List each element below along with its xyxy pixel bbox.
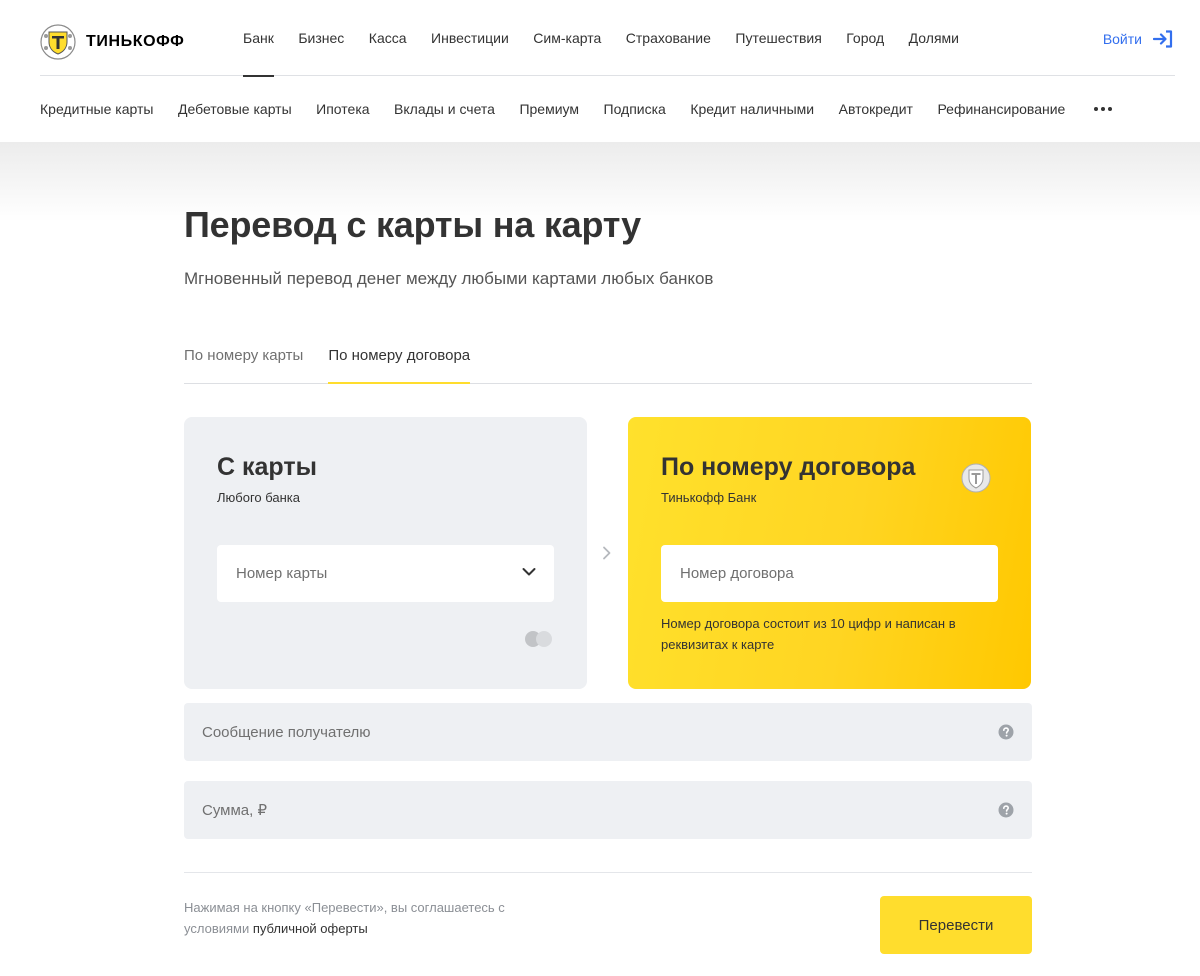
tab-transfer-type[interactable]: По номеру карты xyxy=(184,332,303,383)
destination-title: По номеру договора xyxy=(661,453,916,481)
top-nav-menu: Банк Бизнес Касса Инвестиции Сим-карта Страхо… xyxy=(243,0,983,77)
bank-emblem-icon xyxy=(961,463,991,493)
payment-system-icon xyxy=(525,631,553,647)
top-nav-item[interactable]: Страхование xyxy=(626,0,711,76)
sub-nav-item[interactable]: Ипотека xyxy=(316,101,369,117)
sub-nav-item[interactable]: Автокредит xyxy=(839,101,913,117)
site-header: ТИНЬКОФФ Банк Бизнес Касса Инвестиции Сим-ка… xyxy=(0,0,1200,142)
top-nav-item[interactable]: Бизнес xyxy=(298,0,344,76)
contract-hint: Номер договора состоит из 10 цифр и напи… xyxy=(661,616,956,652)
card-number-placeholder: Номер карты xyxy=(236,565,328,582)
top-nav-item[interactable]: Долями xyxy=(909,0,959,76)
public-offer-link[interactable]: публичной оферты xyxy=(253,921,368,936)
sub-nav-item[interactable]: Рефинансирование xyxy=(937,101,1065,117)
top-nav-item[interactable]: Город xyxy=(846,0,884,76)
chevron-down-icon[interactable] xyxy=(522,567,536,577)
product-sub-nav: Кредитные карты Дебетовые карты Ипотека Вкл… xyxy=(40,76,1112,142)
source-card-title: С карты xyxy=(217,453,317,481)
amount-placeholder: Сумма, ₽ xyxy=(202,802,268,819)
sub-nav-item[interactable]: Премиум xyxy=(519,101,579,117)
more-dots-icon[interactable] xyxy=(1093,107,1112,111)
question-circle-icon[interactable] xyxy=(998,802,1014,818)
legal-notice: Нажимая на кнопку «Перевести», вы соглаш… xyxy=(184,897,544,939)
top-nav-item[interactable]: Путешествия xyxy=(735,0,821,76)
top-nav-item[interactable]: Касса xyxy=(369,0,407,76)
source-card-caption: Любого банка xyxy=(217,490,301,505)
card-number-input[interactable]: Номер карты xyxy=(217,545,554,602)
login-label: Войти xyxy=(1102,31,1142,47)
message-input[interactable]: Сообщение получателю xyxy=(184,703,1032,761)
top-nav-item[interactable]: Банк xyxy=(243,0,274,77)
chevron-right-icon xyxy=(603,546,611,560)
form-divider xyxy=(184,872,1032,873)
amount-input[interactable]: Сумма, ₽ xyxy=(184,781,1032,839)
login-button[interactable]: Войти xyxy=(1103,30,1173,48)
contract-number-placeholder: Номер договора xyxy=(680,565,794,582)
top-navigation-bar: ТИНЬКОФФ Банк Бизнес Касса Инвестиции Сим-ка… xyxy=(40,0,1175,77)
sub-nav-item[interactable]: Подписка xyxy=(604,101,666,117)
top-nav-item[interactable]: Сим-карта xyxy=(533,0,601,76)
sub-nav-item[interactable]: Кредитные карты xyxy=(40,101,153,117)
page-subtitle: Мгновенный перевод денег между любыми ка… xyxy=(184,269,714,288)
sub-nav-item[interactable]: Кредит наличными xyxy=(690,101,814,117)
top-nav-item[interactable]: Инвестиции xyxy=(431,0,509,76)
sign-in-arrow-icon xyxy=(1153,30,1173,48)
tab-transfer-type[interactable]: По номеру договора xyxy=(328,332,470,384)
tinkoff-shield-icon xyxy=(40,24,76,60)
sub-nav-item[interactable]: Дебетовые карты xyxy=(178,101,292,117)
source-card-panel: С карты Любого банка Номер карты xyxy=(184,417,587,689)
brand-wordmark: ТИНЬКОФФ xyxy=(86,33,185,50)
question-circle-icon[interactable] xyxy=(998,724,1014,740)
destination-contract-panel: По номеру договора Тинькофф Банк Номер д… xyxy=(628,417,1031,689)
destination-caption: Тинькофф Банк xyxy=(661,490,757,505)
message-placeholder: Сообщение получателю xyxy=(202,723,371,741)
page-title: Перевод с карты на карту xyxy=(184,204,641,245)
brand-logo[interactable]: ТИНЬКОФФ xyxy=(40,24,184,60)
transfer-submit-button[interactable]: Перевести xyxy=(880,896,1032,954)
sub-nav-item[interactable]: Вклады и счета xyxy=(394,101,495,117)
contract-number-input[interactable]: Номер договора xyxy=(661,545,998,602)
transfer-type-tabs: По номеру карты По номеру договора xyxy=(184,332,1032,384)
